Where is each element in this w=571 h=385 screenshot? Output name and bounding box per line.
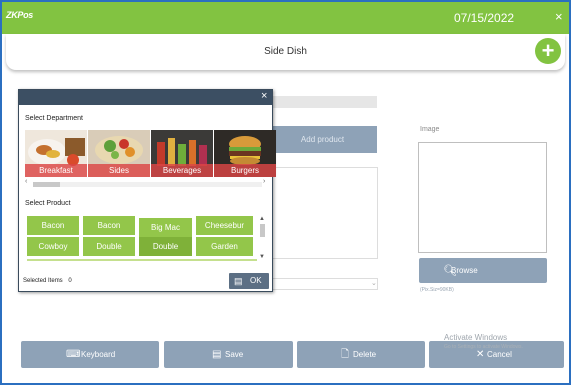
delete-button[interactable]: 🗋︎ Delete [297,341,425,368]
scroll-up-icon[interactable]: ▲ [259,216,265,222]
ok-label: OK [250,276,262,285]
scroll-right-icon[interactable]: › [263,178,265,185]
save-button[interactable]: ▤ Save [164,341,293,368]
keyboard-icon: ⌨ [66,349,81,360]
image-preview [418,142,547,253]
scroll-down-icon[interactable]: ▼ [259,254,265,260]
product-scrollbar[interactable]: ▲ ▼ [259,216,266,260]
keyboard-button[interactable]: ⌨ Keyboard [21,341,159,368]
product-grid-edge [27,259,257,261]
image-label: Image [420,126,440,133]
dialog-header: × [19,90,272,105]
department-name: Beverages [151,164,213,177]
department-name: Burgers [214,164,276,177]
ok-button[interactable]: ▤ OK [229,273,269,289]
scrollbar-thumb[interactable] [33,182,60,187]
browse-label: Browse [451,266,478,275]
add-product-button[interactable]: Add product [268,126,377,153]
product-big-mac[interactable]: Big Mac [139,218,192,237]
product-double[interactable]: Double [83,237,135,256]
scrollbar-track[interactable] [33,182,262,187]
title-bar: ZKPos 07/15/2022 × [2,2,569,34]
product-bacon[interactable]: Bacon [27,216,79,235]
product-cheesebur[interactable]: Cheesebur [196,216,253,235]
add-button[interactable]: + [535,38,561,64]
department-section-label: Select Department [25,115,83,122]
product-cowboy[interactable]: Cowboy [27,237,79,256]
department-scrollbar[interactable]: ‹ › [25,178,270,188]
select-product-dialog: × Select Department Breakfast Sides Beve… [18,89,276,292]
delete-label: Delete [353,350,377,359]
page-title: Side Dish [264,46,307,57]
product-section-label: Select Product [25,200,71,207]
chevron-down-icon: ⌄ [371,280,377,287]
delete-icon: 🗋︎ [341,349,350,360]
activation-watermark: Activate Windows [444,333,508,342]
dialog-close-icon[interactable]: × [261,90,267,102]
product-garden[interactable]: Garden [196,237,253,256]
image-size-hint: (Pix.Siz=90KB) [420,287,454,293]
department-sides[interactable]: Sides [88,130,150,177]
scroll-left-icon[interactable]: ‹ [25,178,27,185]
scrollbar-thumb[interactable] [260,224,265,237]
activation-watermark-hint: Go to Settings to activate Windows. [444,344,523,350]
browse-button[interactable]: 🔍︎ Browse [419,258,547,283]
save-label: Save [225,350,244,359]
app-logo: ZKPos [6,10,34,20]
product-list-box[interactable] [268,167,378,259]
form-select[interactable] [268,278,378,290]
page-header: Side Dish [6,34,565,70]
selected-items-summary: Selected Items 0 [23,278,72,284]
department-name: Sides [88,164,150,177]
keyboard-label: Keyboard [81,350,116,359]
department-beverages[interactable]: Beverages [151,130,213,177]
department-burgers[interactable]: Burgers [214,130,276,177]
name-field[interactable] [268,96,377,108]
product-bacon-2[interactable]: Bacon [83,216,135,235]
department-name: Breakfast [25,164,87,177]
department-breakfast[interactable]: Breakfast [25,130,87,177]
product-double-2[interactable]: Double [139,237,192,256]
save-icon: ▤ [212,349,222,360]
selected-items-label: Selected Items [23,278,63,284]
confirm-icon: ▤ [234,276,243,286]
current-date: 07/15/2022 [454,11,515,25]
window-close-icon[interactable]: × [555,9,563,24]
selected-items-count: 0 [68,278,72,284]
